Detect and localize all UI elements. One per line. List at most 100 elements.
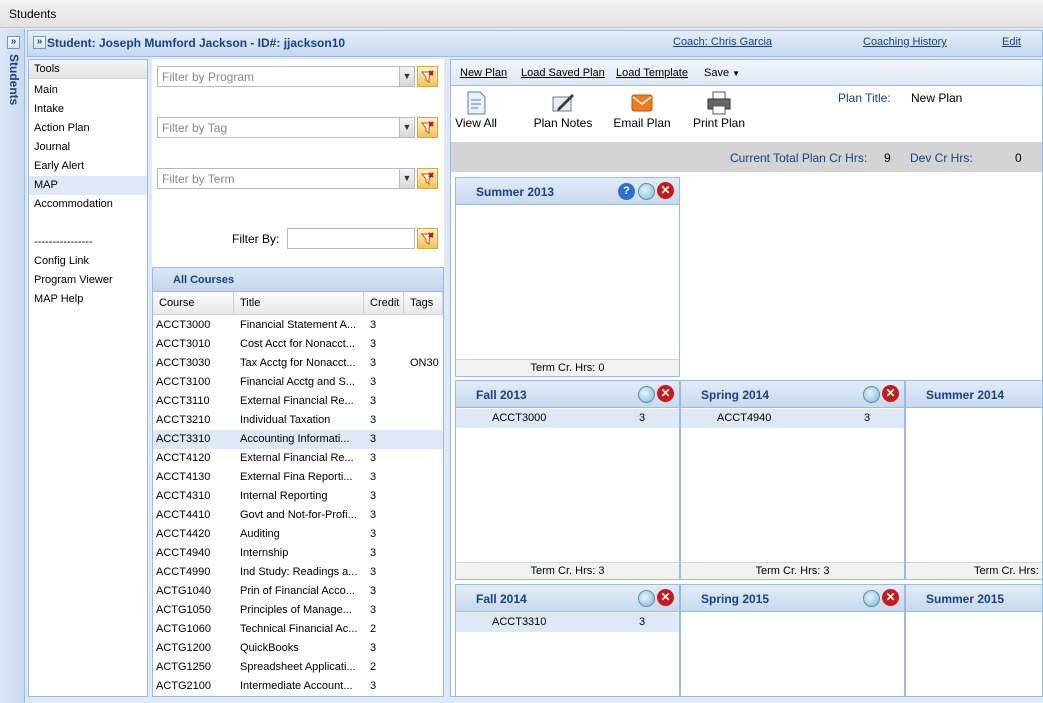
term-panel[interactable]: Summer 2013 ? ✕ Term Cr. Hrs: 0: [455, 177, 680, 377]
term-course-row[interactable]: ACCT3310 3: [456, 613, 679, 632]
term-name: Summer 2014: [926, 388, 1005, 402]
table-row[interactable]: ACCT4130 External Fina Reporti... 3: [153, 468, 443, 487]
term-panel[interactable]: Spring 2015 ✕: [680, 584, 905, 696]
course-credit-cell: 3: [370, 566, 377, 578]
course-code-cell: ACCT3310: [156, 433, 211, 445]
save-menu-button[interactable]: Save ▼: [704, 67, 740, 79]
edit-link[interactable]: Edit: [1002, 36, 1021, 48]
edit-term-icon[interactable]: [638, 386, 655, 403]
edit-term-icon[interactable]: [863, 590, 880, 607]
course-code-cell: ACCT4120: [156, 452, 211, 464]
delete-term-icon[interactable]: ✕: [657, 385, 674, 402]
course-code-cell: ACCT3100: [156, 376, 211, 388]
table-row[interactable]: ACTG1040 Prin of Financial Acco... 3: [153, 582, 443, 601]
tool-journal[interactable]: Journal: [29, 138, 147, 157]
table-row[interactable]: ACCT4940 Internship 3: [153, 544, 443, 563]
tag-filter-combo[interactable]: Filter by Tag ▼: [157, 117, 415, 138]
table-row[interactable]: ACCT3110 External Financial Re... 3: [153, 392, 443, 411]
table-row[interactable]: ACCT3210 Individual Taxation 3: [153, 411, 443, 430]
program-filter-combo[interactable]: Filter by Program ▼: [157, 66, 415, 87]
plan-notes-button[interactable]: Plan Notes: [531, 90, 595, 136]
table-row[interactable]: ACCT3000 Financial Statement A... 3: [153, 316, 443, 335]
clear-term-filter-button[interactable]: [417, 168, 438, 189]
tool-separator: ----------------: [34, 236, 93, 248]
table-row[interactable]: ACCT4990 Ind Study: Readings a... 3: [153, 563, 443, 582]
course-title-cell: Internal Reporting: [240, 490, 328, 502]
tool-map-help[interactable]: MAP Help: [29, 290, 147, 309]
chevron-down-icon[interactable]: ▼: [399, 67, 414, 86]
table-row[interactable]: ACCT3030 Tax Acctg for Nonacct... 3 ON30: [153, 354, 443, 373]
term-credit-hours: Term Cr. Hrs: 3: [681, 562, 904, 579]
students-sidebar[interactable]: [0, 29, 25, 703]
table-row[interactable]: ACTG1060 Technical Financial Ac... 2: [153, 620, 443, 639]
tool-intake[interactable]: Intake: [29, 100, 147, 119]
print-plan-button[interactable]: Print Plan: [691, 90, 747, 136]
view-all-label: View All: [455, 116, 497, 130]
table-row[interactable]: ACCT4310 Internal Reporting 3: [153, 487, 443, 506]
course-code-cell: ACCT4130: [156, 471, 211, 483]
term-filter-combo[interactable]: Filter by Term ▼: [157, 168, 415, 189]
delete-term-icon[interactable]: ✕: [882, 589, 899, 606]
clear-tag-filter-button[interactable]: [417, 117, 438, 138]
table-row[interactable]: ACCT4420 Auditing 3: [153, 525, 443, 544]
chevron-down-icon[interactable]: ▼: [399, 118, 414, 137]
chevron-down-icon[interactable]: ▼: [399, 169, 414, 188]
column-credit[interactable]: Credit: [364, 292, 404, 315]
load-template-link[interactable]: Load Template: [616, 67, 688, 79]
delete-term-icon[interactable]: ✕: [657, 589, 674, 606]
expand-sidebar-icon[interactable]: »: [7, 36, 20, 49]
students-sidebar-label[interactable]: Students: [5, 54, 21, 114]
edit-term-icon[interactable]: [863, 386, 880, 403]
course-credit-cell: 3: [370, 471, 377, 483]
view-all-button[interactable]: View All: [453, 90, 499, 136]
term-panel[interactable]: Fall 2013 ✕ ACCT3000 3 Term Cr. Hrs: 3: [455, 380, 680, 580]
table-row[interactable]: ACCT3310 Accounting Informati... 3: [153, 430, 443, 449]
term-panel[interactable]: Summer 2014 Term Cr. Hrs:: [905, 380, 1042, 580]
clear-program-filter-button[interactable]: [417, 66, 438, 87]
table-row[interactable]: ACTG1250 Spreadsheet Applicati... 2: [153, 658, 443, 677]
column-course[interactable]: Course: [153, 292, 234, 315]
table-row[interactable]: ACCT4120 External Financial Re... 3: [153, 449, 443, 468]
tool-config-link[interactable]: Config Link: [29, 252, 147, 271]
column-tags[interactable]: Tags: [404, 292, 443, 315]
table-row[interactable]: ACTG1050 Principles of Manage... 3: [153, 601, 443, 620]
edit-term-icon[interactable]: [638, 183, 655, 200]
new-plan-link[interactable]: New Plan: [460, 67, 507, 79]
edit-term-icon[interactable]: [638, 590, 655, 607]
coaching-history-link[interactable]: Coaching History: [863, 36, 947, 48]
caret-down-icon: ▼: [732, 69, 741, 78]
table-row[interactable]: ACTG1200 QuickBooks 3: [153, 639, 443, 658]
course-title-cell: QuickBooks: [240, 642, 299, 654]
expand-header-icon[interactable]: »: [33, 36, 46, 49]
tool-main[interactable]: Main: [29, 81, 147, 100]
course-title-cell: Auditing: [240, 528, 280, 540]
delete-term-icon[interactable]: ✕: [882, 385, 899, 402]
term-panel[interactable]: Spring 2014 ✕ ACCT4940 3 Term Cr. Hrs: 3: [680, 380, 905, 580]
clear-text-filter-button[interactable]: [417, 228, 438, 249]
term-course-row[interactable]: ACCT4940 3: [681, 409, 904, 428]
column-title[interactable]: Title: [234, 292, 364, 315]
term-course-row[interactable]: ACCT3000 3: [456, 409, 679, 428]
filter-by-input[interactable]: [287, 228, 415, 249]
email-plan-button[interactable]: Email Plan: [611, 90, 673, 136]
tool-early-alert[interactable]: Early Alert: [29, 157, 147, 176]
term-panel[interactable]: Fall 2014 ✕ ACCT3310 3: [455, 584, 680, 696]
plan-totals-bar: Current Total Plan Cr Hrs: 9 Dev Cr Hrs:…: [451, 142, 1042, 172]
course-code-cell: ACCT4310: [156, 490, 211, 502]
term-course-code: ACCT3310: [492, 616, 547, 628]
tool-action-plan[interactable]: Action Plan: [29, 119, 147, 138]
student-title: Student: Joseph Mumford Jackson - ID#: j…: [47, 36, 346, 50]
coach-link[interactable]: Coach: Chris Garcia: [673, 36, 772, 48]
tool-map[interactable]: MAP: [29, 176, 147, 195]
delete-term-icon[interactable]: ✕: [657, 182, 674, 199]
help-icon[interactable]: ?: [618, 183, 635, 200]
table-row[interactable]: ACCT3010 Cost Acct for Nonacct... 3: [153, 335, 443, 354]
load-saved-plan-link[interactable]: Load Saved Plan: [521, 67, 605, 79]
course-credit-cell: 2: [370, 661, 377, 673]
table-row[interactable]: ACCT4410 Govt and Not-for-Profi... 3: [153, 506, 443, 525]
table-row[interactable]: ACTG2100 Intermediate Account... 3: [153, 677, 443, 696]
term-panel[interactable]: Summer 2015: [905, 584, 1042, 696]
table-row[interactable]: ACCT3100 Financial Acctg and S... 3: [153, 373, 443, 392]
tool-program-viewer[interactable]: Program Viewer: [29, 271, 147, 290]
tool-accommodation[interactable]: Accommodation: [29, 195, 147, 214]
